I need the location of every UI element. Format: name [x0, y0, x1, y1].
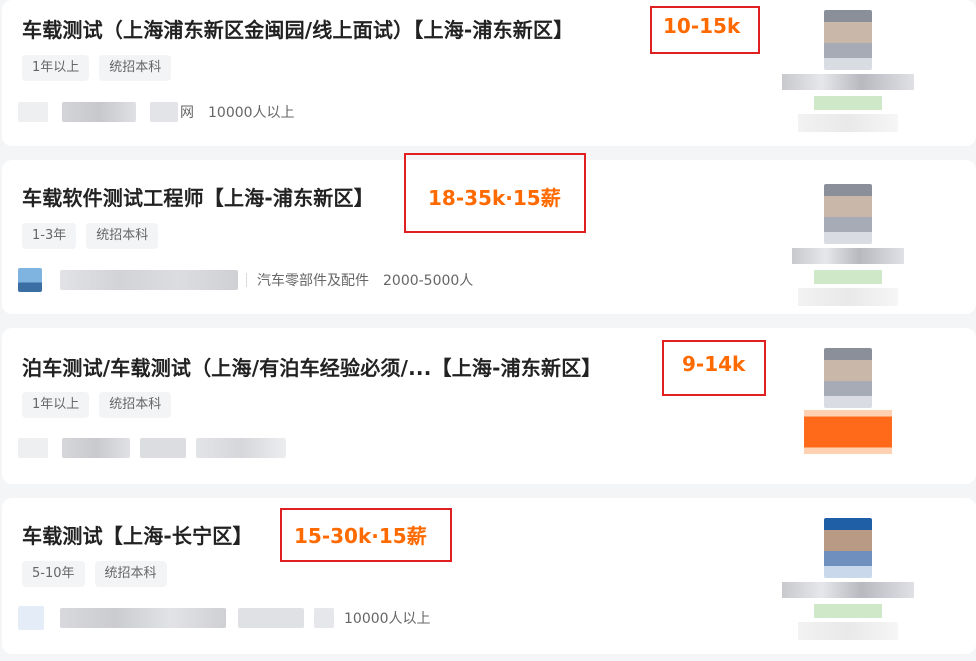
recruiter-card[interactable] — [778, 184, 918, 308]
company-info[interactable]: 网 10000人以上 — [18, 100, 295, 124]
recruiter-name-blurred — [782, 74, 914, 90]
job-title[interactable]: 车载测试【上海-长宁区】 — [22, 520, 253, 549]
recruiter-status-badge — [814, 270, 882, 284]
experience-tag: 1年以上 — [22, 55, 90, 81]
education-tag: 统招本科 — [94, 561, 167, 587]
job-card[interactable]: 车载软件测试工程师【上海-浦东新区】 18-35k·15薪 1-3年 统招本科 … — [2, 153, 976, 314]
salary: 9-14k — [682, 352, 746, 376]
salary: 10-15k — [663, 14, 741, 38]
company-name-blurred — [60, 270, 238, 290]
education-tag: 统招本科 — [99, 55, 172, 81]
company-logo — [18, 606, 44, 630]
company-industry: 网 — [180, 105, 194, 121]
job-card[interactable]: 车载测试（上海浦东新区金闽园/线上面试）【上海-浦东新区】 10-15k 1年以… — [2, 0, 976, 146]
education-tag: 统招本科 — [86, 223, 159, 249]
company-size: 10000人以上 — [208, 105, 295, 121]
company-name-blurred — [62, 102, 136, 122]
recruiter-name-blurred — [792, 248, 904, 264]
job-card[interactable]: 泊车测试/车载测试（上海/有泊车经验必须/...【上海-浦东新区】 9-14k … — [2, 328, 976, 484]
company-logo — [18, 268, 42, 292]
company-info[interactable]: 汽车零部件及配件 2000-5000人 — [18, 268, 473, 292]
company-industry: 汽车零部件及配件 — [257, 273, 369, 289]
salary: 15-30k·15薪 — [294, 524, 427, 548]
company-logo — [18, 438, 48, 458]
experience-tag: 5-10年 — [22, 561, 85, 587]
company-logo — [18, 102, 48, 122]
recruiter-avatar — [824, 518, 872, 578]
job-title[interactable]: 车载测试（上海浦东新区金闽园/线上面试）【上海-浦东新区】 — [22, 14, 573, 43]
job-card[interactable]: 车载测试【上海-长宁区】 15-30k·15薪 5-10年 统招本科 10000… — [2, 498, 976, 654]
company-name-blurred — [60, 608, 226, 628]
experience-tag: 1年以上 — [22, 392, 90, 418]
company-info[interactable] — [18, 436, 286, 460]
recruiter-name-blurred — [782, 582, 914, 598]
recruiter-avatar — [824, 184, 872, 244]
job-title[interactable]: 车载软件测试工程师【上海-浦东新区】 — [22, 182, 374, 211]
company-info[interactable]: 10000人以上 — [18, 606, 431, 630]
job-tags: 1年以上 统招本科 — [22, 55, 172, 81]
recruiter-status-badge — [814, 96, 882, 110]
recruiter-status-badge — [814, 604, 882, 618]
recruiter-avatar — [824, 10, 872, 70]
recruiter-card[interactable] — [778, 10, 918, 134]
job-title[interactable]: 泊车测试/车载测试（上海/有泊车经验必须/...【上海-浦东新区】 — [22, 352, 602, 381]
salary: 18-35k·15薪 — [428, 186, 561, 210]
job-tags: 1年以上 统招本科 — [22, 392, 172, 418]
recruiter-status-badge — [804, 410, 892, 454]
company-size: 10000人以上 — [344, 611, 431, 627]
company-name-blurred — [62, 438, 130, 458]
education-tag: 统招本科 — [99, 392, 172, 418]
recruiter-card[interactable] — [778, 348, 918, 472]
experience-tag: 1-3年 — [22, 223, 77, 249]
recruiter-avatar — [824, 348, 872, 408]
company-size: 2000-5000人 — [383, 273, 474, 289]
job-tags: 1-3年 统招本科 — [22, 223, 159, 249]
recruiter-card[interactable] — [778, 518, 918, 642]
job-tags: 5-10年 统招本科 — [22, 561, 167, 587]
